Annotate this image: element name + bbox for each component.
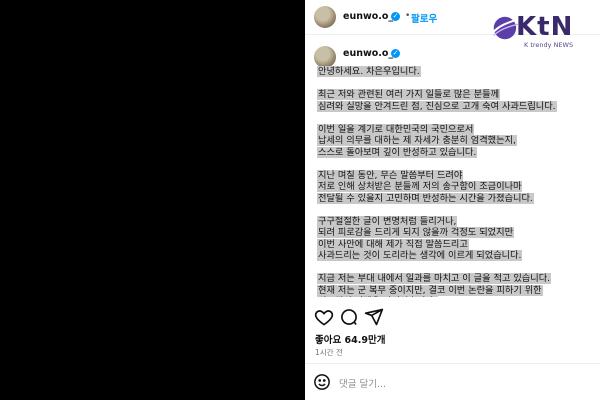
caption-line: 사과드리는 것이 도리라는 생각에 이르게 되었습니다. <box>317 243 523 261</box>
ktn-logo: KtN K trendy NEWS <box>490 12 585 52</box>
follow-button[interactable]: 팔로우 <box>411 11 437 25</box>
comment-icon[interactable] <box>339 307 359 327</box>
caption-line: 안녕하세요. 차은우입니다. <box>317 59 421 77</box>
action-bar <box>305 303 600 329</box>
caption-line-text: 의도적인 선택은 아니었습니다. <box>317 296 438 297</box>
comment-input[interactable]: 댓글 달기... <box>339 376 386 390</box>
emoji-icon[interactable] <box>313 373 331 391</box>
caption-line: 스스로 돌아보며 깊이 반성하고 있습니다. <box>317 140 478 158</box>
likes-count[interactable]: 좋아요 64.9만개 <box>315 332 385 346</box>
caption-verified-badge-icon: ✓ <box>391 49 400 58</box>
left-black-area <box>0 0 305 400</box>
separator-dot: • <box>405 11 411 21</box>
verified-badge-icon: ✓ <box>391 12 400 21</box>
caption-line: 전달될 수 있을지 고민하며 반성하는 시간을 가졌습니다. <box>317 186 534 204</box>
heart-icon[interactable] <box>314 307 334 327</box>
caption-line-text: 심려와 실망을 안겨드린 점, 진심으로 고개 숙여 사과드립니다. <box>317 100 557 112</box>
ktn-logo-text: KtN <box>516 12 574 42</box>
caption-line: 의도적인 선택은 아니었습니다. <box>317 289 438 297</box>
ktn-logo-mark-icon <box>492 16 518 40</box>
caption-area: eunwo.o_c ✓ 안녕하세요. 차은우입니다. 최근 저와 관련된 여러 가… <box>305 35 600 297</box>
caption-line-text: 안녕하세요. 차은우입니다. <box>317 66 421 77</box>
post-time[interactable]: 1시간 전 <box>315 347 343 358</box>
comment-bar: 댓글 달기... <box>305 363 600 400</box>
instagram-post-panel: eunwo.o_c ✓ • 팔로우 eunwo.o_c ✓ 안녕하세요. 차은우… <box>305 0 600 400</box>
caption-line: 심려와 실망을 안겨드린 점, 진심으로 고개 숙여 사과드립니다. <box>317 94 557 112</box>
avatar[interactable] <box>314 6 336 28</box>
caption-line-text: 사과드리는 것이 도리라는 생각에 이르게 되었습니다. <box>317 250 523 261</box>
share-icon[interactable] <box>364 307 384 327</box>
caption-line-text: 전달될 수 있을지 고민하며 반성하는 시간을 가졌습니다. <box>317 192 534 204</box>
caption-line-text: 스스로 돌아보며 깊이 반성하고 있습니다. <box>317 146 478 158</box>
ktn-logo-tagline: K trendy NEWS <box>524 41 574 49</box>
